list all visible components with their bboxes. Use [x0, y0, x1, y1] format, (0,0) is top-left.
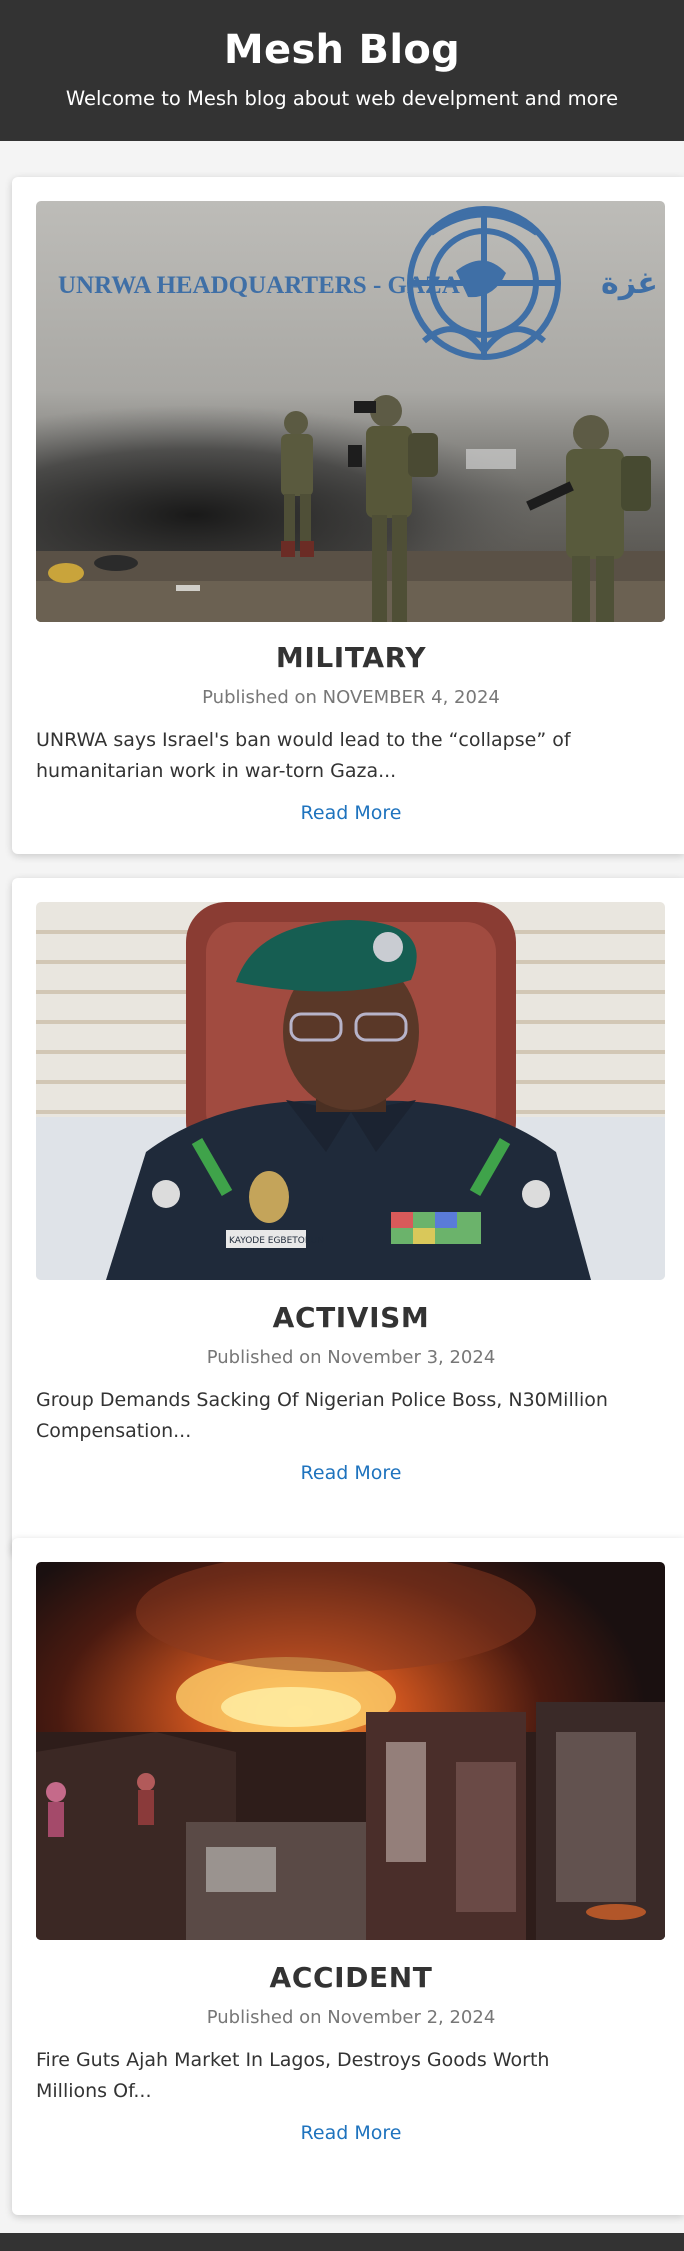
- post-card: ACCIDENT Published on November 2, 2024 F…: [12, 1538, 684, 2215]
- post-image[interactable]: [36, 1562, 665, 1940]
- post-date: Published on November 3, 2024: [206, 1347, 496, 1368]
- post-image-military: UNRWA HEADQUARTERS - GAZA غزة -: [36, 201, 665, 622]
- post-image[interactable]: KAYODE EGBETOKUN: [36, 902, 665, 1280]
- site-footer: [0, 2233, 684, 2251]
- post-excerpt: Group Demands Sacking Of Nigerian Police…: [36, 1389, 608, 1442]
- read-more-link[interactable]: Read More: [12, 2122, 684, 2145]
- post-category: ACCIDENT: [269, 1961, 433, 1994]
- post-category: MILITARY: [275, 641, 427, 674]
- post-date: Published on NOVEMBER 4, 2024: [202, 687, 500, 708]
- site-tagline: Welcome to Mesh blog about web develpmen…: [65, 87, 619, 110]
- wall-sign-arabic: غزة -: [601, 266, 665, 301]
- read-more-link[interactable]: Read More: [12, 1462, 684, 1485]
- wall-sign-text: UNRWA HEADQUARTERS - GAZA: [58, 272, 460, 299]
- post-image-activism: KAYODE EGBETOKUN: [36, 902, 665, 1280]
- post-category: ACTIVISM: [272, 1301, 430, 1334]
- post-excerpt: Fire Guts Ajah Market In Lagos, Destroys…: [36, 2049, 550, 2102]
- site-header: Mesh Blog Welcome to Mesh blog about web…: [0, 0, 684, 141]
- post-card: KAYODE EGBETOKUN ACTIVISM Published on N…: [12, 878, 684, 1555]
- site-title: Mesh Blog: [223, 27, 461, 73]
- post-date: Published on November 2, 2024: [206, 2007, 496, 2028]
- read-more-link[interactable]: Read More: [12, 802, 684, 825]
- post-image[interactable]: UNRWA HEADQUARTERS - GAZA غزة -: [36, 201, 665, 622]
- post-image-accident: [36, 1562, 665, 1940]
- post-card: UNRWA HEADQUARTERS - GAZA غزة -: [12, 177, 684, 854]
- name-tag-text: KAYODE EGBETOKUN: [229, 1236, 324, 1246]
- post-excerpt: UNRWA says Israel's ban would lead to th…: [36, 729, 571, 782]
